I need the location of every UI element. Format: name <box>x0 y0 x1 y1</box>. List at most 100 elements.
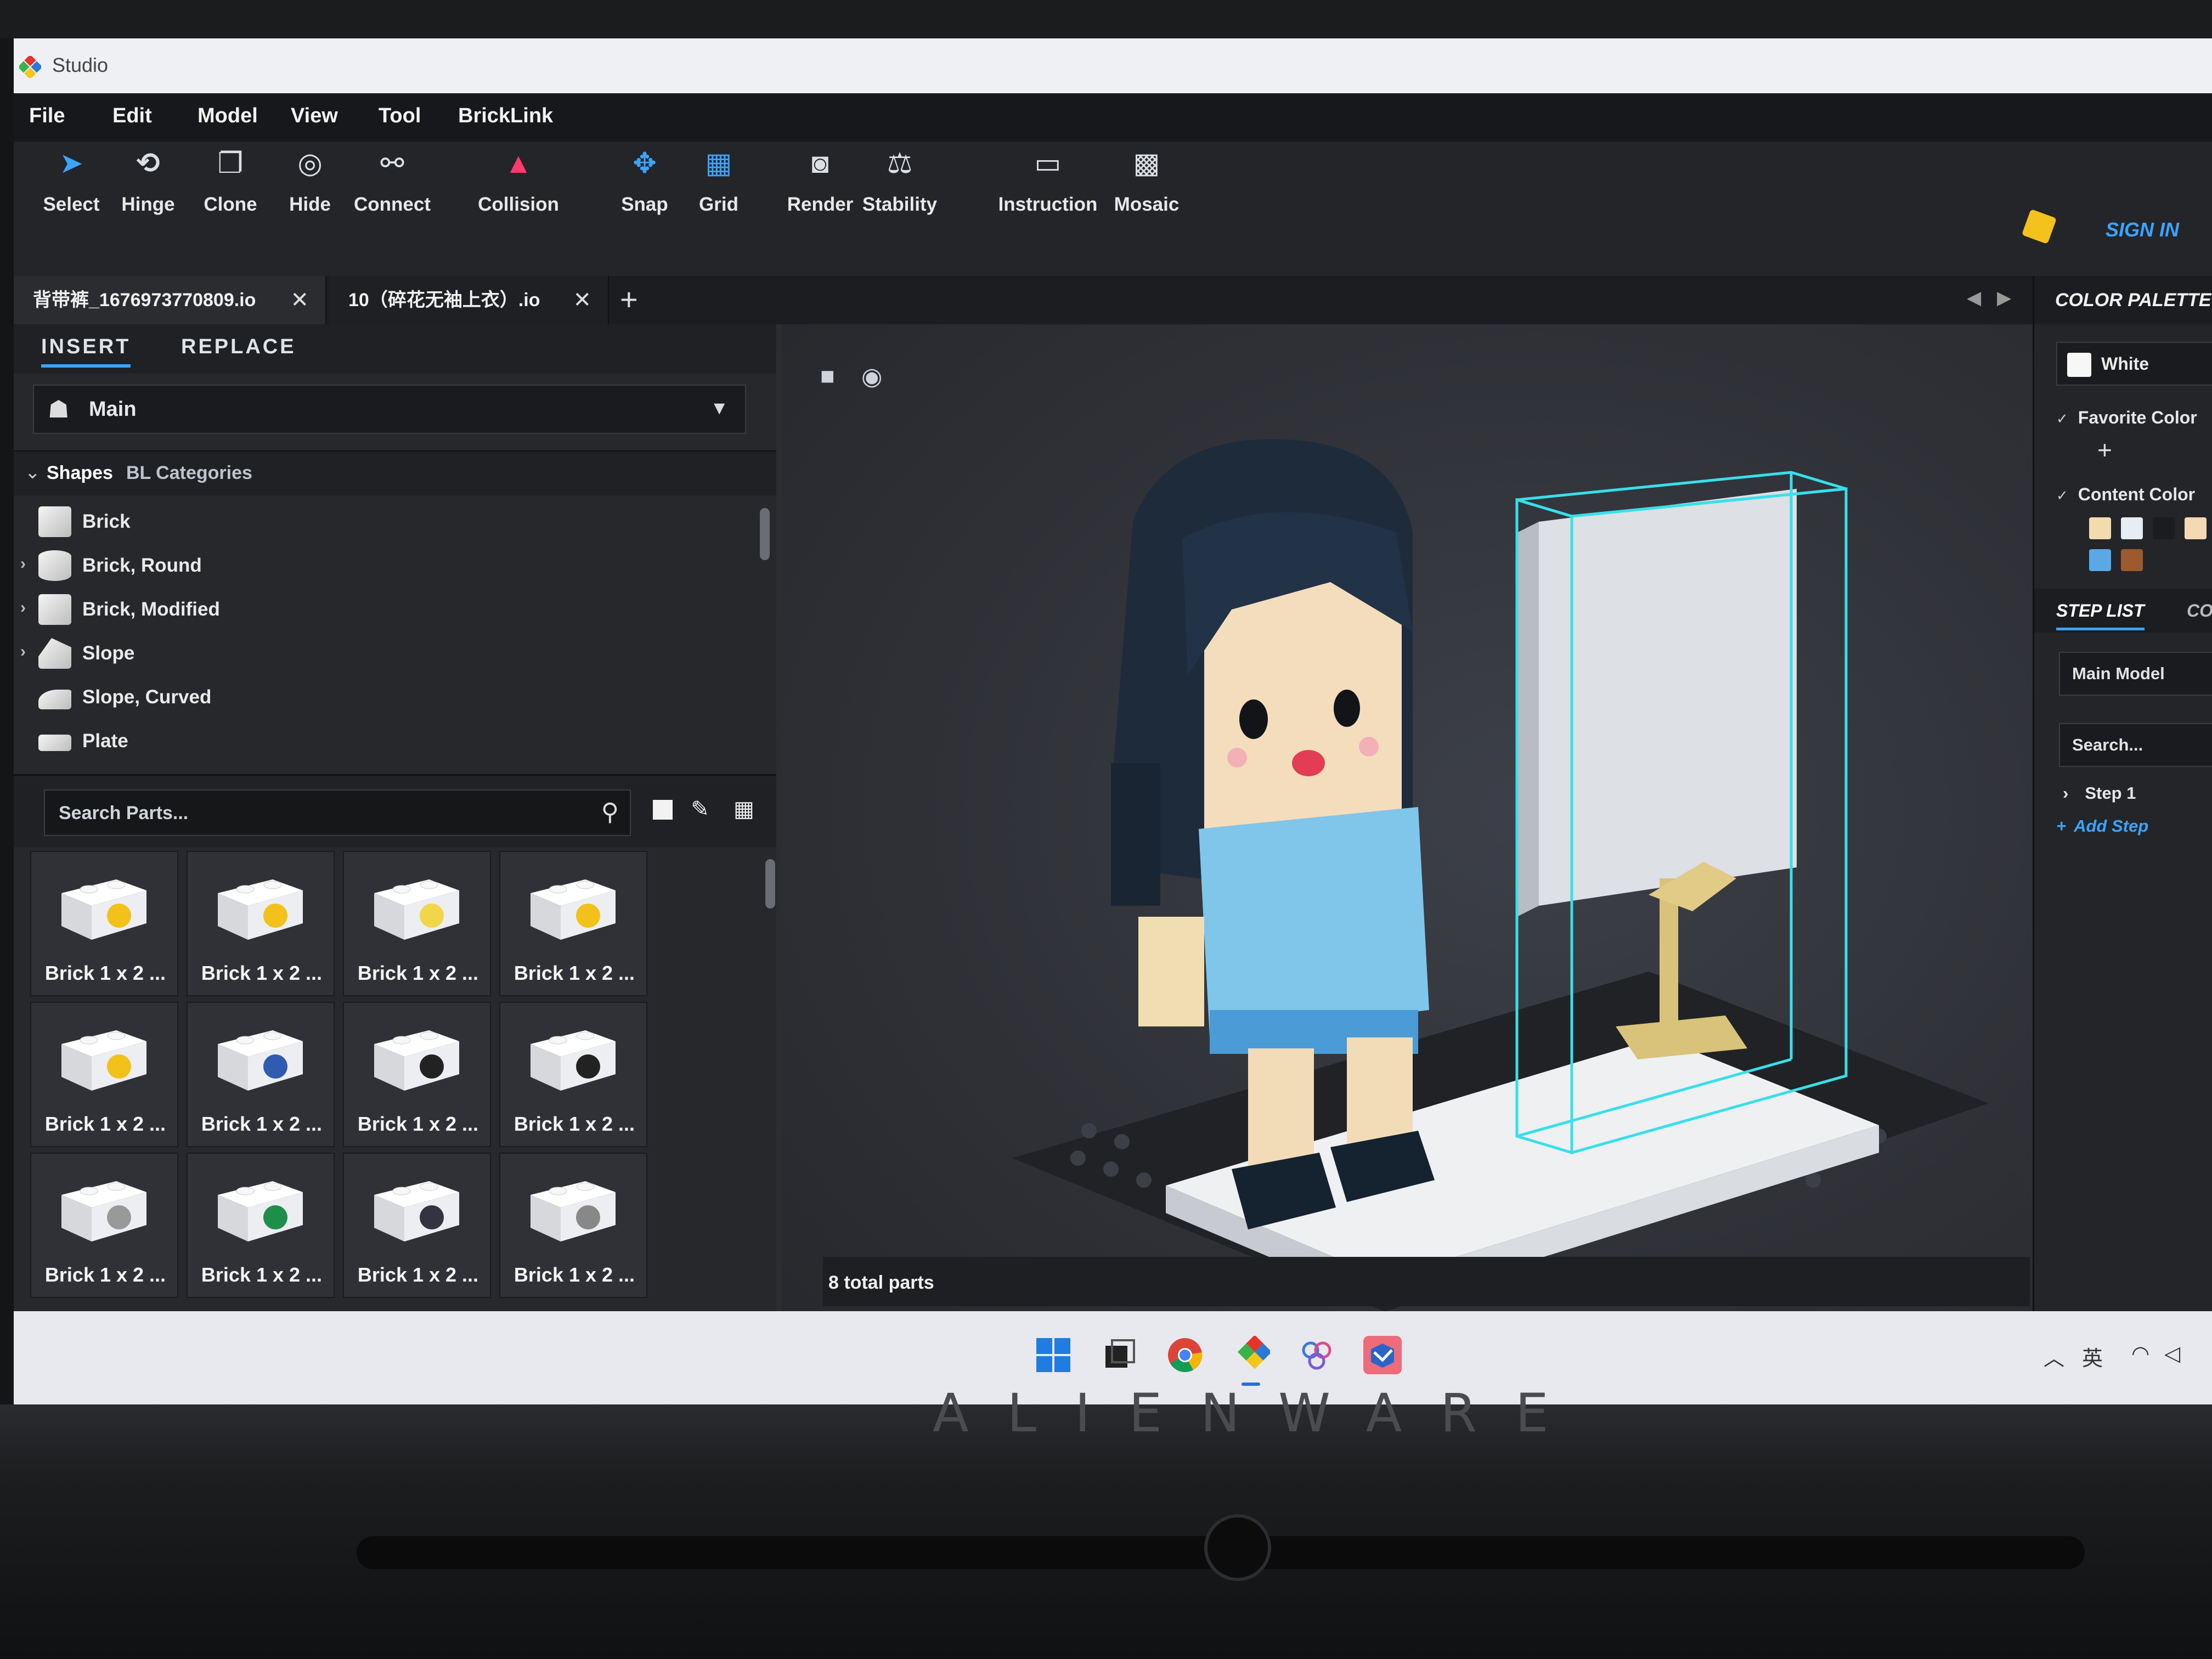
toolbar: ➤ Select ⟲ Hinge ❐ Clone ◎ Hide ⚯ Connect ▲ Co… <box>14 142 2212 278</box>
category-brick-modified[interactable]: › Brick, Modified <box>14 588 760 631</box>
part-item[interactable]: Brick 1 x 2 ... <box>30 1002 178 1147</box>
step-search-input[interactable]: Search... <box>2059 723 2212 767</box>
edit-view-icon[interactable]: ✎ <box>689 798 712 821</box>
category-plate[interactable]: Plate <box>14 719 760 763</box>
color-swatch[interactable] <box>2153 517 2175 539</box>
part-label: Brick 1 x 2 ... <box>201 962 323 984</box>
color-swatch[interactable] <box>2185 517 2207 539</box>
part-item[interactable]: Brick 1 x 2 ... <box>499 851 647 996</box>
part-item[interactable]: Brick 1 x 2 ... <box>187 1153 335 1298</box>
color-swatch[interactable] <box>2121 517 2143 539</box>
cursor-icon: ➤ <box>59 148 83 179</box>
parts-scrollbar[interactable] <box>765 859 775 909</box>
tray-chevron-up-icon[interactable]: ︿ <box>2044 1341 2064 1372</box>
ime-indicator[interactable]: 英 <box>2082 1341 2103 1372</box>
tab-color[interactable]: COL <box>2187 601 2212 621</box>
chevron-down-icon: ▼ <box>710 398 729 419</box>
collision-icon: ▲ <box>504 148 533 179</box>
color-swatch[interactable] <box>2089 549 2111 571</box>
sign-in-button[interactable]: SIGN IN <box>2106 218 2179 241</box>
color-swatch[interactable] <box>2121 549 2143 571</box>
part-item[interactable]: Brick 1 x 2 ... <box>499 1153 647 1298</box>
part-label: Brick 1 x 2 ... <box>357 1113 479 1135</box>
part-label: Brick 1 x 2 ... <box>514 1263 635 1286</box>
document-tab-2[interactable]: 10（碎花无袖上衣）.io ✕ <box>329 276 609 324</box>
parts-panel: INSERT REPLACE ☗ Main ▼ ⌄ Shapes BL Cate… <box>14 324 776 1404</box>
modified-brick-thumbnail <box>38 594 71 625</box>
brick-thumbnail <box>531 1181 616 1242</box>
parts-search-row: Search Parts... ⚲ ✎ ▦ <box>14 774 776 847</box>
model-select[interactable]: Main Model <box>2059 652 2212 696</box>
app-icon[interactable] <box>1297 1336 1336 1374</box>
menu-bricklink[interactable]: BrickLink <box>458 104 553 128</box>
volume-icon[interactable]: ◁ <box>2164 1341 2180 1366</box>
tab-prev-icon[interactable]: ◀ <box>1967 287 1981 309</box>
search-icon: ⚲ <box>601 799 619 826</box>
color-swatch[interactable] <box>2089 517 2111 539</box>
add-step-button[interactable]: + Add Step <box>2056 816 2148 836</box>
palette-select[interactable]: ☗ Main ▼ <box>33 385 746 434</box>
part-label: Brick 1 x 2 ... <box>201 1263 323 1286</box>
part-item[interactable]: Brick 1 x 2 ... <box>187 1002 335 1147</box>
close-tab-icon[interactable]: ✕ <box>573 276 591 324</box>
stability-tool-button[interactable]: ⚖ Stability <box>845 148 955 216</box>
menu-edit[interactable]: Edit <box>112 104 152 128</box>
connect-tool-button[interactable]: ⚯ Connect <box>337 148 447 216</box>
chevron-right-icon: › <box>20 555 26 573</box>
grid-tool-button[interactable]: ▦ Grid <box>664 148 774 216</box>
panel-tabs: INSERT REPLACE <box>14 324 776 374</box>
document-tab-1[interactable]: 背带裤_1676973770809.io ✕ <box>14 276 326 324</box>
menu-file[interactable]: File <box>29 104 65 128</box>
chevron-down-icon: ✓ <box>2056 410 2068 427</box>
add-tab-icon[interactable]: + <box>620 281 638 317</box>
category-brick[interactable]: Brick <box>14 500 760 544</box>
task-view-icon[interactable] <box>1100 1336 1138 1374</box>
part-label: Brick 1 x 2 ... <box>514 1113 635 1135</box>
brick-thumbnail <box>61 1181 146 1242</box>
category-slope-curved[interactable]: Slope, Curved <box>14 675 760 719</box>
round-brick-thumbnail <box>38 550 71 581</box>
menu-tool[interactable]: Tool <box>379 104 421 128</box>
category-scrollbar[interactable] <box>760 508 770 560</box>
large-view-icon[interactable] <box>653 800 673 820</box>
add-favorite-color-icon[interactable]: + <box>2097 435 2112 465</box>
windows-start-icon[interactable] <box>1034 1336 1073 1374</box>
instruction-tool-button[interactable]: ▭ Instruction <box>993 148 1103 216</box>
part-item[interactable]: Brick 1 x 2 ... <box>343 851 491 996</box>
tab-next-icon[interactable]: ▶ <box>1997 287 2011 309</box>
part-item[interactable]: Brick 1 x 2 ... <box>499 1002 647 1147</box>
part-item[interactable]: Brick 1 x 2 ... <box>343 1153 491 1298</box>
part-item[interactable]: Brick 1 x 2 ... <box>187 851 335 996</box>
content-colors-section[interactable]: ✓ Content Color <box>2056 484 2195 505</box>
tab-step-list[interactable]: STEP LIST <box>2056 601 2145 630</box>
category-slope[interactable]: › Slope <box>14 631 760 675</box>
part-label: Brick 1 x 2 ... <box>357 962 479 984</box>
part-item[interactable]: Brick 1 x 2 ... <box>30 851 178 996</box>
bricklink-app-icon[interactable] <box>1363 1336 1402 1374</box>
3d-viewport[interactable]: ■ ◉ 8 total parts <box>782 324 2033 1404</box>
tab-replace[interactable]: REPLACE <box>181 335 296 359</box>
chrome-icon[interactable] <box>1166 1336 1204 1374</box>
category-tabs: ⌄ Shapes BL Categories <box>14 450 776 495</box>
part-item[interactable]: Brick 1 x 2 ... <box>343 1002 491 1147</box>
tab-shapes[interactable]: Shapes <box>47 462 113 484</box>
close-tab-icon[interactable]: ✕ <box>290 276 309 324</box>
grid-view-icon[interactable]: ▦ <box>732 798 755 821</box>
menu-view[interactable]: View <box>291 104 338 128</box>
part-item[interactable]: Brick 1 x 2 ... <box>30 1153 178 1298</box>
step-1-row[interactable]: › Step 1 <box>2056 783 2136 803</box>
snap-icon: ✥ <box>633 148 657 179</box>
mosaic-tool-button[interactable]: ▩ Mosaic <box>1092 148 1201 216</box>
current-color-select[interactable]: White <box>2056 342 2212 386</box>
mosaic-icon: ▩ <box>1133 148 1160 179</box>
category-brick-round[interactable]: › Brick, Round <box>14 544 760 588</box>
brick-thumbnail <box>531 1030 616 1091</box>
studio-app-icon[interactable] <box>1232 1336 1270 1374</box>
search-parts-input[interactable]: Search Parts... ⚲ <box>44 789 631 836</box>
tab-bl-categories[interactable]: BL Categories <box>126 462 252 484</box>
menu-model[interactable]: Model <box>198 104 258 128</box>
wifi-icon[interactable]: ◠ <box>2131 1341 2149 1366</box>
favorite-colors-section[interactable]: ✓ Favorite Color <box>2056 408 2197 428</box>
collision-tool-button[interactable]: ▲ Collision <box>464 148 573 216</box>
tab-insert[interactable]: INSERT <box>41 335 131 368</box>
